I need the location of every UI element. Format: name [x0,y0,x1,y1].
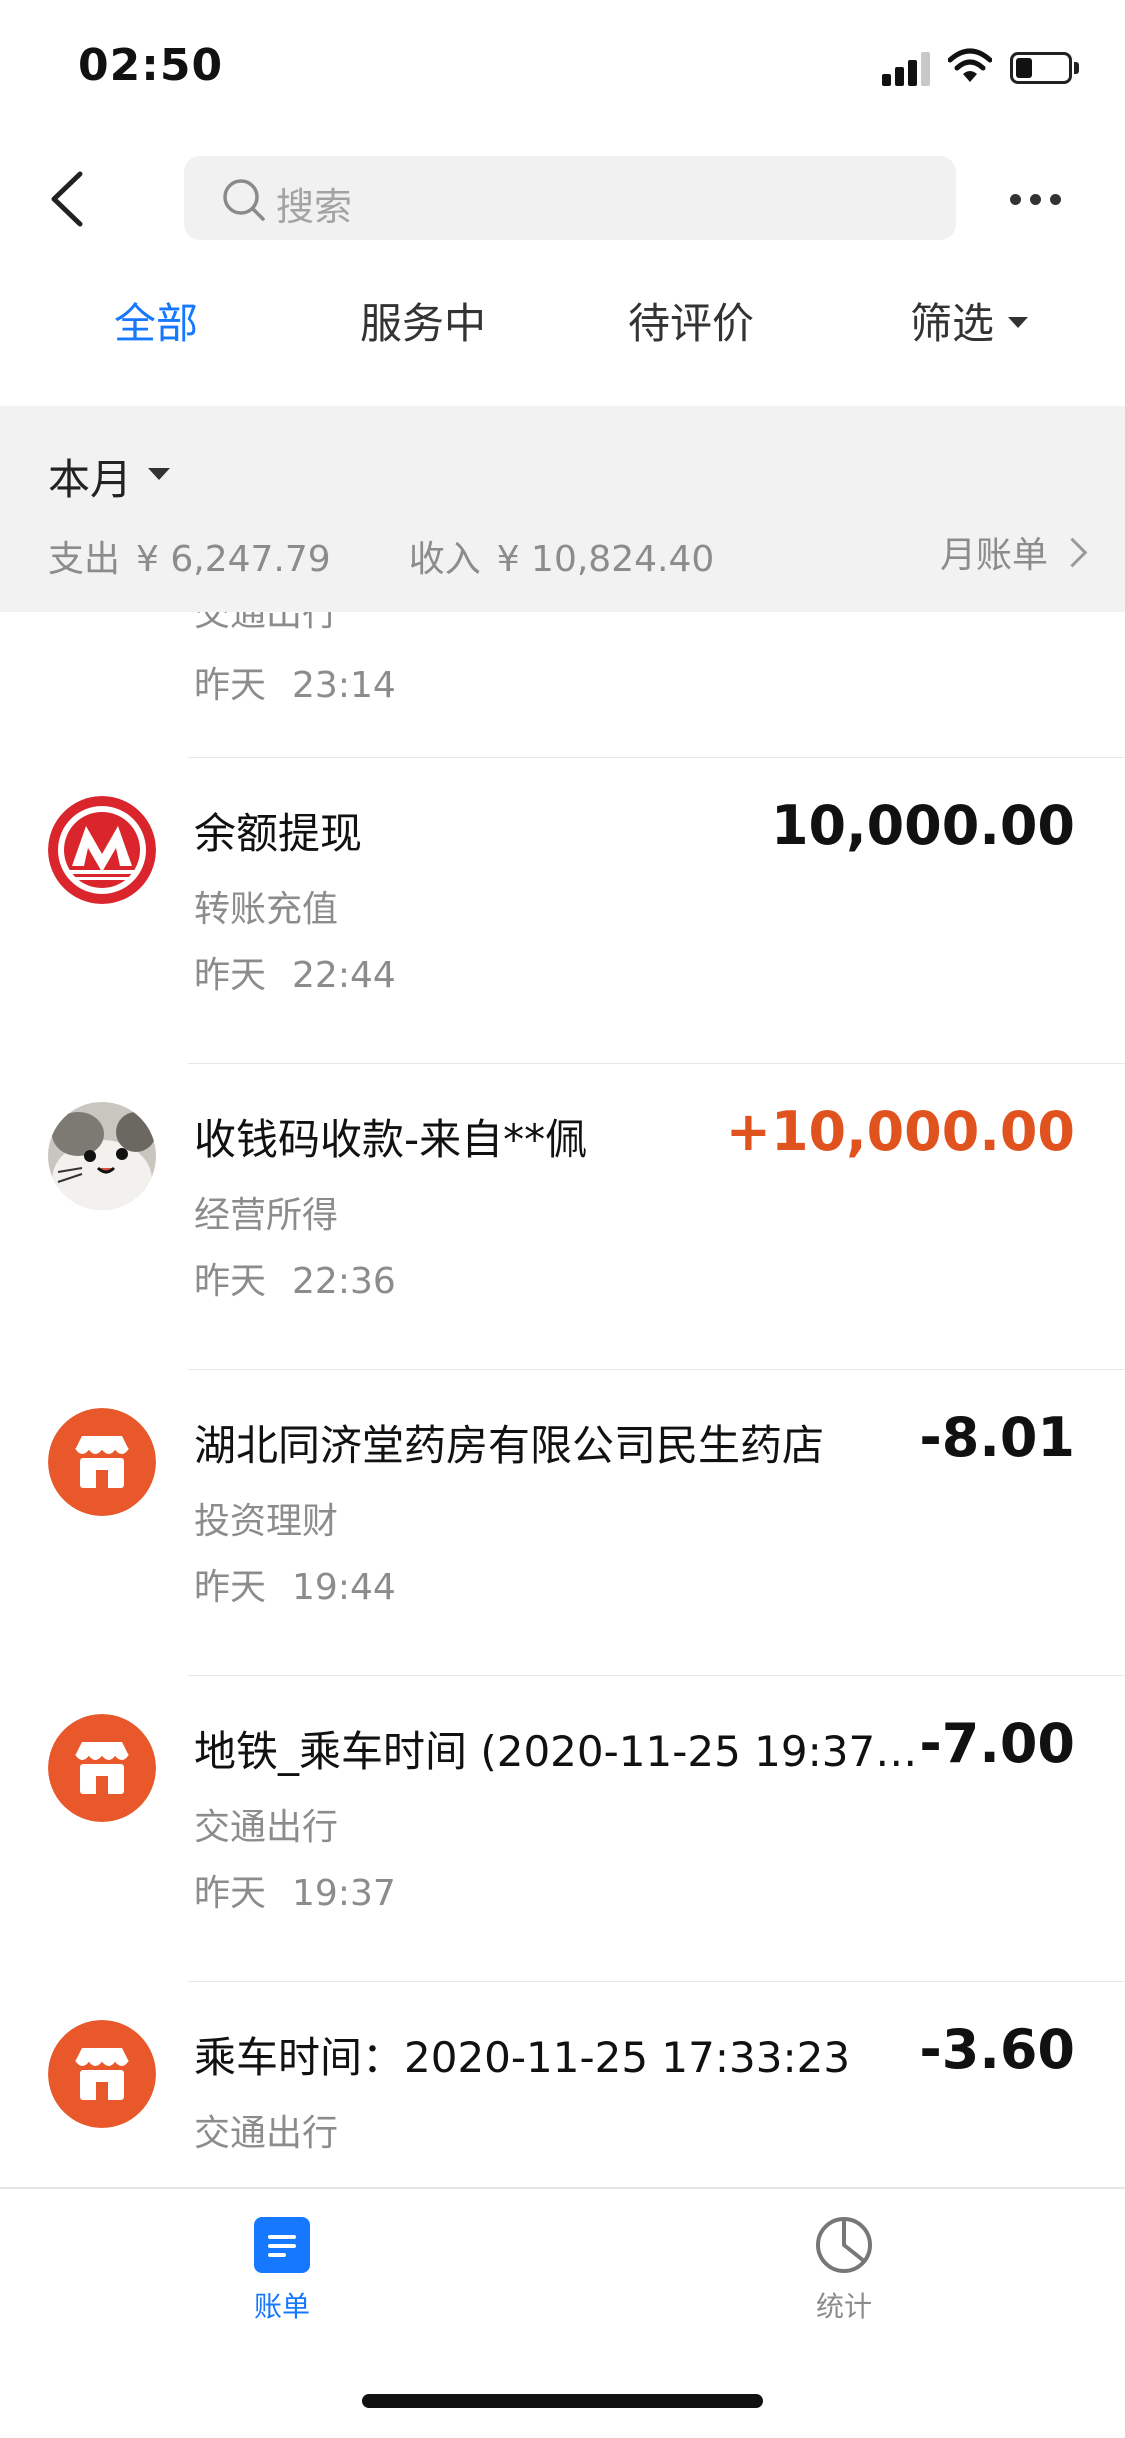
status-time: 02:50 [78,40,224,91]
transaction-title: 余额提现 [194,809,363,858]
tab-all[interactable]: 全部 [114,290,198,351]
transaction-amount: -3.60 [919,2018,1075,2081]
transaction-row[interactable]: 余额提现 转账充值 昨天 22:44 10,000.00 [0,758,1125,1064]
income-label: 收入 [408,539,481,580]
caret-down-icon [148,468,170,480]
transaction-title: 湖北同济堂药房有限公司民生药店 [194,1421,825,1470]
transaction-amount: +10,000.00 [725,1100,1075,1163]
transaction-category: 投资理财 [194,1501,339,1542]
transaction-row[interactable]: 地铁_乘车时间 (2020-11-25 19:37:... 交通出行 昨天 19:… [0,1676,1125,1982]
transaction-time: 昨天 19:44 [194,1567,396,1608]
income-value: ¥ 10,824.40 [496,539,715,580]
transaction-time: 昨天 22:44 [194,955,396,996]
back-icon[interactable] [40,164,100,234]
transaction-title: 收钱码收款-来自**佩 [194,1115,588,1164]
transaction-amount: 10,000.00 [770,794,1075,857]
transaction-category: 经营所得 [194,1195,339,1236]
cmb-bank-logo-icon [48,796,156,904]
battery-icon [1010,52,1080,84]
search-input[interactable]: 搜索 [184,156,956,240]
tab-in-service[interactable]: 服务中 [360,290,486,351]
transaction-category: 交通出行 [194,612,339,634]
monthly-bill-link[interactable]: 月账单 [939,526,1088,578]
transaction-category: 转账充值 [194,889,339,930]
status-bar: 02:50 [0,0,1125,140]
tab-bills[interactable]: 账单 [202,2215,362,2325]
transaction-row[interactable]: 乘车时间：2020-11-25 17:33:23 交通出行 -3.60 [0,1982,1125,2187]
transaction-amount: -8.01 [919,1406,1075,1469]
more-icon[interactable] [1010,194,1070,210]
nav-bar: 搜索 [0,140,1125,260]
signal-icon [882,52,934,86]
store-icon [48,1714,156,1822]
caret-down-icon [1008,317,1029,328]
transaction-title: 乘车时间：2020-11-25 17:33:23 [194,2033,851,2082]
store-icon [48,2020,156,2128]
transaction-category: 交通出行 [194,2113,339,2154]
month-selector[interactable]: 本月 [48,446,132,507]
bill-list-icon [254,2217,310,2273]
tab-stats[interactable]: 统计 [764,2215,924,2325]
transaction-time: 昨天 23:14 [194,665,396,706]
tab-filter-label: 筛选 [910,299,995,348]
transaction-time: 昨天 19:37 [194,1873,396,1914]
filter-tabs: 全部 服务中 待评价 筛选 [0,290,1125,380]
transaction-row[interactable]: 湖北同济堂药房有限公司民生药店 投资理财 昨天 19:44 -8.01 [0,1370,1125,1676]
transaction-category: 交通出行 [194,1807,339,1848]
wifi-icon [948,48,992,82]
tab-stats-label: 统计 [815,2290,872,2323]
transaction-amount: -7.00 [919,1712,1075,1775]
cat-avatar-icon [48,1102,156,1210]
transaction-row[interactable]: 收钱码收款-来自**佩 经营所得 昨天 22:36 +10,000.00 [0,1064,1125,1370]
store-icon [48,1408,156,1516]
tab-filter[interactable]: 筛选 [910,290,1029,351]
tab-to-review[interactable]: 待评价 [628,290,754,351]
transaction-time: 昨天 22:36 [194,1261,396,1302]
pie-chart-icon [816,2217,872,2273]
monthly-bill-label: 月账单 [939,535,1048,576]
tab-bills-label: 账单 [253,2290,310,2323]
expense-label: 支出 [48,539,121,580]
home-indicator [362,2394,763,2408]
month-summary-panel: 本月 支出 ¥ 6,247.79 收入 ¥ 10,824.40 月账单 [0,406,1125,612]
expense-value: ¥ 6,247.79 [136,539,331,580]
transaction-title: 地铁_乘车时间 (2020-11-25 19:37:... [194,1727,924,1776]
chevron-right-icon [1057,537,1088,568]
transaction-list: 交通出行 昨天 23:14 余额提现 转账充值 昨天 22:44 10,000.00 [0,612,1125,2187]
search-placeholder: 搜索 [276,185,353,229]
search-icon [223,179,265,221]
transaction-row-partial[interactable]: 交通出行 昨天 23:14 [0,612,1125,758]
month-summary: 支出 ¥ 6,247.79 收入 ¥ 10,824.40 [48,530,730,582]
